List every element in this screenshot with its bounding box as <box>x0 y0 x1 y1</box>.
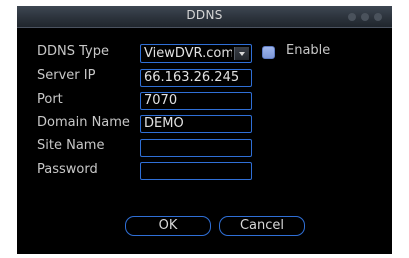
domain-name-label: Domain Name <box>37 115 130 130</box>
site-name-label: Site Name <box>37 138 105 153</box>
ddns-dialog: DDNS DDNS Type ViewDVR.com Enable Server… <box>17 6 392 254</box>
title-dot-icon <box>374 13 382 21</box>
port-field[interactable]: 7070 <box>140 92 252 110</box>
password-field[interactable] <box>140 162 252 180</box>
ddns-type-select[interactable]: ViewDVR.com <box>140 44 252 63</box>
enable-label: Enable <box>286 43 331 58</box>
ok-button[interactable]: OK <box>125 216 211 236</box>
domain-name-field[interactable]: DEMO <box>140 115 252 133</box>
site-name-field[interactable] <box>140 139 252 157</box>
server-ip-label: Server IP <box>37 68 96 83</box>
title-dot-icon <box>361 13 369 21</box>
ddns-type-value: ViewDVR.com <box>144 46 232 61</box>
cancel-button[interactable]: Cancel <box>219 216 305 236</box>
ddns-type-label: DDNS Type <box>37 44 109 59</box>
dialog-title: DDNS <box>186 8 223 22</box>
title-dot-icon <box>348 13 356 21</box>
password-label: Password <box>37 162 98 177</box>
port-label: Port <box>37 92 63 107</box>
server-ip-field[interactable]: 66.163.26.245 <box>140 69 252 87</box>
enable-checkbox[interactable] <box>262 46 275 59</box>
title-bar[interactable]: DDNS <box>17 6 392 28</box>
chevron-down-icon[interactable] <box>234 47 249 60</box>
title-decoration <box>348 13 382 21</box>
